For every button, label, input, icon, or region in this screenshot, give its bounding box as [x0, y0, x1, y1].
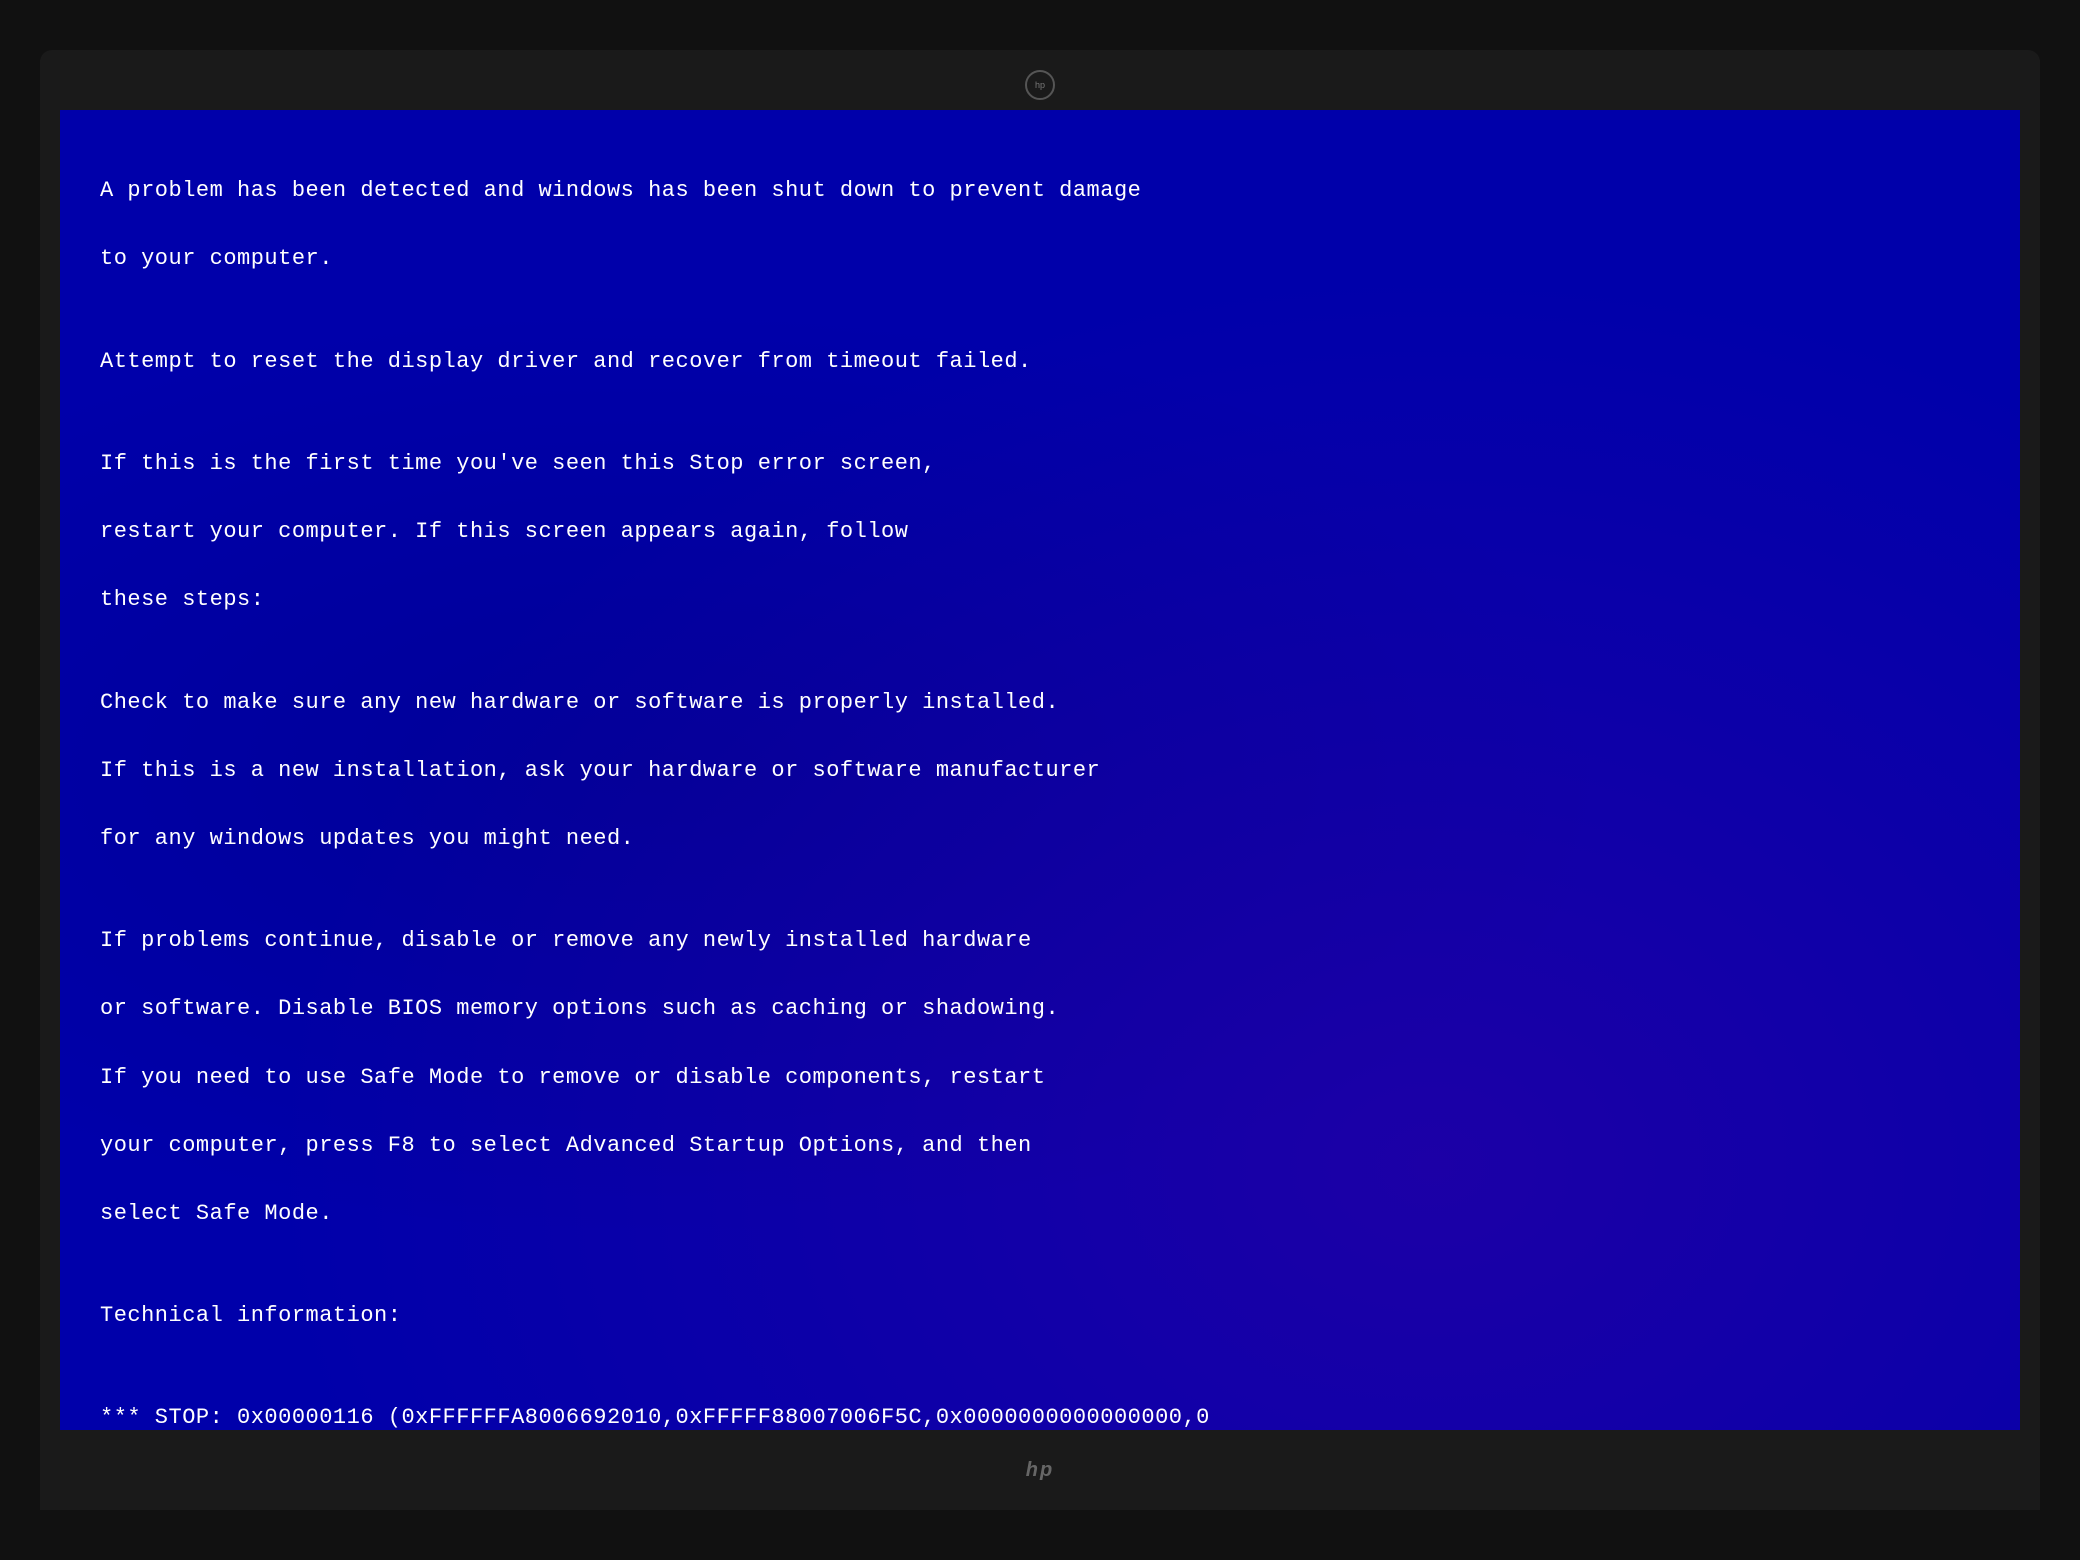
bsod-line-7: Check to make sure any new hardware or s…: [100, 690, 1059, 715]
bsod-line-16: *** STOP: 0x00000116 (0xFFFFFFA800669201…: [100, 1405, 1210, 1430]
monitor-bottom-bar: hp: [40, 1430, 2040, 1510]
bsod-line-4: If this is the first time you've seen th…: [100, 451, 936, 476]
monitor-top-bar: hp: [40, 60, 2040, 110]
bsod-line-14: select Safe Mode.: [100, 1201, 333, 1226]
bsod-line-6: these steps:: [100, 587, 264, 612]
bsod-line-12: If you need to use Safe Mode to remove o…: [100, 1065, 1045, 1090]
bsod-line-2: to your computer.: [100, 246, 333, 271]
bsod-line-8: If this is a new installation, ask your …: [100, 758, 1100, 783]
bsod-screen: A problem has been detected and windows …: [60, 110, 2020, 1430]
hp-logo-top-icon: hp: [1025, 70, 1055, 100]
bsod-line-3: Attempt to reset the display driver and …: [100, 349, 1032, 374]
bsod-line-9: for any windows updates you might need.: [100, 826, 634, 851]
monitor: hp A problem has been detected and windo…: [40, 50, 2040, 1510]
bsod-content: A problem has been detected and windows …: [100, 140, 1980, 1430]
bsod-line-15: Technical information:: [100, 1303, 401, 1328]
bsod-line-11: or software. Disable BIOS memory options…: [100, 996, 1059, 1021]
hp-logo-bottom: hp: [1026, 1459, 1054, 1482]
bsod-line-13: your computer, press F8 to select Advanc…: [100, 1133, 1032, 1158]
bsod-line-1: A problem has been detected and windows …: [100, 178, 1141, 203]
bsod-line-5: restart your computer. If this screen ap…: [100, 519, 908, 544]
bsod-line-10: If problems continue, disable or remove …: [100, 928, 1032, 953]
